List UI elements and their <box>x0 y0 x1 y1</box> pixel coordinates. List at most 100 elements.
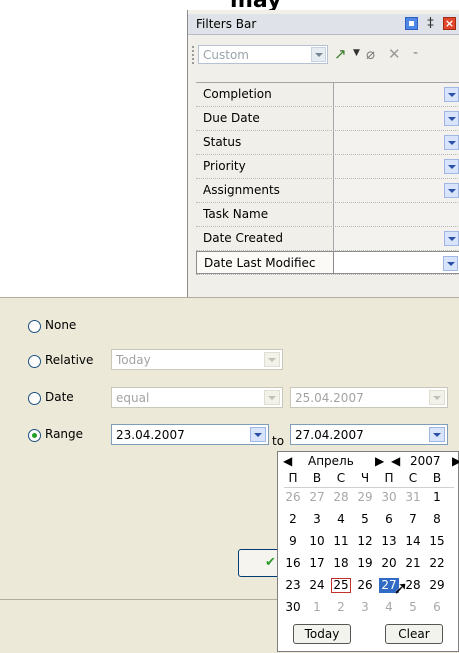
radio-date[interactable] <box>28 392 41 405</box>
calendar-day[interactable]: 7 <box>403 512 423 527</box>
radio-relative[interactable] <box>28 355 41 368</box>
calendar-day[interactable]: 2 <box>283 512 303 527</box>
calendar-day[interactable]: 10 <box>307 534 327 549</box>
filter-row-value[interactable] <box>334 179 459 202</box>
date-value-select[interactable]: 25.04.2007 <box>290 387 448 408</box>
chevron-down-icon[interactable] <box>429 390 445 405</box>
calendar-day[interactable]: 13 <box>379 534 399 549</box>
chevron-down-icon[interactable] <box>444 159 459 174</box>
calendar-day[interactable]: 28 <box>331 490 351 505</box>
chevron-down-icon[interactable] <box>264 390 280 405</box>
radio-none[interactable] <box>28 320 41 333</box>
panel-title: Filters Bar <box>196 17 257 31</box>
calendar-day[interactable]: 27 <box>307 490 327 505</box>
filter-row-value[interactable] <box>334 227 459 250</box>
chevron-down-icon[interactable] <box>311 47 326 62</box>
eraser-icon[interactable]: ⌀ <box>366 45 375 63</box>
calendar-day[interactable]: 20 <box>379 556 399 571</box>
next-month-icon[interactable]: ▶ <box>375 454 384 468</box>
chevron-down-icon[interactable] <box>444 183 459 198</box>
calendar-day[interactable]: 21 <box>403 556 423 571</box>
calendar-day[interactable]: 8 <box>427 512 447 527</box>
calendar-day[interactable]: 16 <box>283 556 303 571</box>
prev-year-icon[interactable]: ◀ <box>391 454 400 468</box>
calendar-day[interactable]: 22 <box>427 556 447 571</box>
apply-menu-chevron-icon[interactable]: ▼ <box>353 48 360 58</box>
filter-row[interactable]: Completion <box>196 83 459 107</box>
calendar-day[interactable]: 6 <box>427 600 447 615</box>
chevron-down-icon[interactable] <box>250 427 266 442</box>
calendar-day[interactable]: 31 <box>403 490 423 505</box>
delete-icon[interactable]: ✕ <box>388 45 401 63</box>
filter-row-value[interactable] <box>334 203 459 226</box>
calendar-today-button[interactable]: Today <box>293 624 351 644</box>
calendar-month[interactable]: Апрель <box>308 454 354 468</box>
calendar-day[interactable]: 18 <box>331 556 351 571</box>
calendar-day[interactable]: 17 <box>307 556 327 571</box>
calendar-day[interactable]: 30 <box>283 600 303 615</box>
calendar-day[interactable]: 4 <box>331 512 351 527</box>
float-window-icon[interactable] <box>405 17 418 30</box>
close-icon[interactable]: × <box>443 17 456 30</box>
chevron-down-icon[interactable] <box>444 135 459 150</box>
calendar-clear-button[interactable]: Clear <box>385 624 443 644</box>
calendar-day[interactable]: 26 <box>283 490 303 505</box>
range-from-select[interactable]: 23.04.2007 <box>111 424 269 445</box>
radio-range[interactable] <box>28 429 41 442</box>
filter-row-label: Completion <box>196 83 334 106</box>
calendar-day[interactable]: 26 <box>355 578 375 593</box>
chevron-down-icon[interactable] <box>264 352 280 367</box>
calendar-day[interactable]: 24 <box>307 578 327 593</box>
calendar-day[interactable]: 29 <box>427 578 447 593</box>
calendar-day[interactable]: 15 <box>427 534 447 549</box>
relative-select[interactable]: Today <box>111 349 283 370</box>
pin-icon[interactable]: ‡ <box>424 17 437 30</box>
chevron-down-icon[interactable] <box>443 256 458 271</box>
calendar-day[interactable]: 30 <box>379 490 399 505</box>
filter-row-label: Assignments <box>196 179 334 202</box>
calendar-day[interactable]: 6 <box>379 512 399 527</box>
more-options-icon[interactable]: ‐ <box>413 45 418 61</box>
calendar-day[interactable]: 19 <box>355 556 375 571</box>
filter-row-value[interactable] <box>334 251 459 274</box>
calendar-day[interactable]: 3 <box>307 512 327 527</box>
filter-row[interactable]: Task Name <box>196 203 459 227</box>
chevron-down-icon[interactable] <box>444 111 459 126</box>
calendar-day[interactable]: 23 <box>283 578 303 593</box>
calendar-day-today[interactable]: 25 <box>331 578 351 593</box>
calendar-day[interactable]: 3 <box>355 600 375 615</box>
calendar-day[interactable]: 5 <box>355 512 375 527</box>
chevron-down-icon[interactable] <box>429 427 445 442</box>
calendar-day[interactable]: 4 <box>379 600 399 615</box>
calendar-day[interactable]: 11 <box>331 534 351 549</box>
date-operator-select[interactable]: equal <box>111 387 283 408</box>
filter-row[interactable]: Date Last Modifiec <box>196 251 459 275</box>
calendar-day[interactable]: 1 <box>307 600 327 615</box>
filter-row[interactable]: Assignments <box>196 179 459 203</box>
calendar-day[interactable]: 12 <box>355 534 375 549</box>
range-to-select[interactable]: 27.04.2007 <box>290 424 448 445</box>
filter-row[interactable]: Status <box>196 131 459 155</box>
radio-range-label: Range <box>45 427 84 441</box>
calendar-day[interactable]: 29 <box>355 490 375 505</box>
filter-row-value[interactable] <box>334 131 459 154</box>
filter-row[interactable]: Date Created <box>196 227 459 251</box>
filter-row-value[interactable] <box>334 107 459 130</box>
apply-filter-icon[interactable]: ↗ <box>334 45 347 63</box>
next-year-icon[interactable]: ▶ <box>452 454 459 468</box>
calendar-day[interactable]: 9 <box>283 534 303 549</box>
calendar-year[interactable]: 2007 <box>410 454 441 468</box>
filter-row[interactable]: Priority <box>196 155 459 179</box>
calendar-day[interactable]: 2 <box>331 600 351 615</box>
prev-month-icon[interactable]: ◀ <box>283 454 292 468</box>
filter-profile-combo[interactable]: Custom <box>198 45 328 64</box>
filter-row-value[interactable] <box>334 83 459 106</box>
chevron-down-icon[interactable] <box>444 87 459 102</box>
calendar-day[interactable]: 1 <box>427 490 447 505</box>
calendar-day[interactable]: 5 <box>403 600 423 615</box>
calendar-day[interactable]: 14 <box>403 534 423 549</box>
filter-row-value[interactable] <box>334 155 459 178</box>
toolbar-grip[interactable] <box>192 46 196 64</box>
chevron-down-icon[interactable] <box>444 231 459 246</box>
filter-row[interactable]: Due Date <box>196 107 459 131</box>
